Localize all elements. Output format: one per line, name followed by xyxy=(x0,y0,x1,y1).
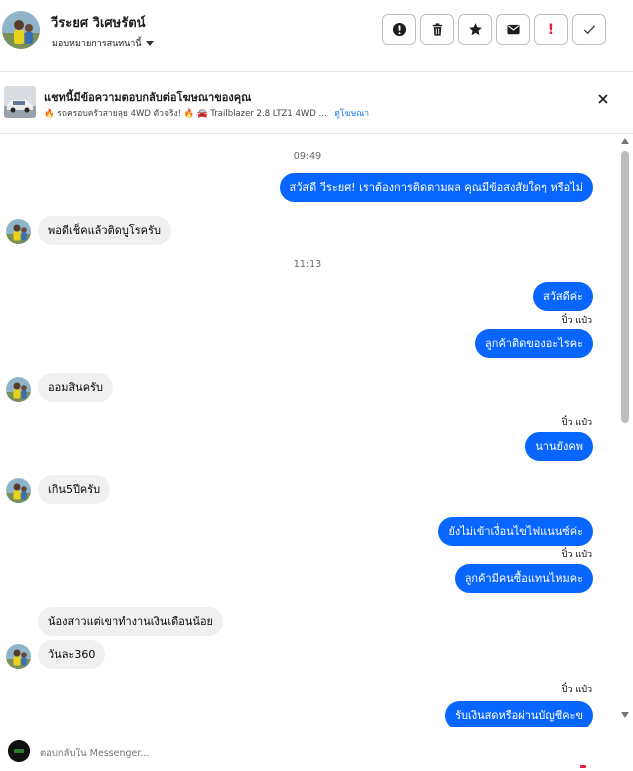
header-actions: ! xyxy=(382,14,606,45)
delete-button[interactable] xyxy=(420,14,454,45)
scroll-up-arrow-icon[interactable] xyxy=(621,138,629,144)
incoming-message[interactable]: ออมสินครับ xyxy=(38,373,113,402)
check-icon xyxy=(583,25,595,35)
reply-composer xyxy=(0,730,620,771)
thread-scrollbar[interactable] xyxy=(619,135,631,727)
mark-unread-button[interactable] xyxy=(496,14,530,45)
outgoing-message[interactable]: สวัสดี วีระยศ! เราต้องการติดตามผล คุณมีข… xyxy=(279,173,593,202)
close-icon[interactable] xyxy=(596,92,610,106)
exclamation-icon: ! xyxy=(547,21,555,38)
timestamp: 09:49 xyxy=(293,151,322,162)
incoming-message[interactable]: พอดีเช็คแล้วติดบูโรครับ xyxy=(38,216,171,245)
outgoing-message[interactable]: ยังไม่เข้าเงื่อนไขไฟแนนซ์ค่ะ xyxy=(438,517,593,546)
outgoing-message[interactable]: ลูกค้าติดของอะไรคะ xyxy=(475,329,593,358)
incoming-message[interactable]: เกิน5ปีครับ xyxy=(38,475,111,504)
contact-avatar-small xyxy=(6,644,31,669)
incoming-message[interactable]: วันละ360 xyxy=(38,640,106,669)
conversation-header: วีระยศ วิเศษรัตน์ มอบหมายการสนทนานี้ ! xyxy=(0,0,633,72)
mail-icon xyxy=(506,24,520,35)
seen-by-label: ปิ๋ว แป๋ว xyxy=(561,316,592,326)
timestamp: 11:13 xyxy=(293,259,322,270)
ad-reply-banner: แชทนี้มีข้อความตอบกลับต่อโฆษณาของคุณ 🔥 ร… xyxy=(0,72,633,134)
ad-caption: 🔥 รถครอบครัวสายลุย 4WD ตัวจริง! 🔥 🚘 Trai… xyxy=(44,109,327,119)
seen-by-label: ปิ๋ว แป๋ว xyxy=(561,685,592,695)
assign-conversation-dropdown[interactable]: มอบหมายการสนทนานี้ xyxy=(52,36,154,50)
outgoing-message[interactable]: นานยังคพ xyxy=(525,432,593,461)
contact-avatar-small xyxy=(6,377,31,402)
outgoing-message[interactable]: รับเงินสดหรือผ่านบัญชีคะข xyxy=(445,701,593,727)
star-icon xyxy=(468,23,482,36)
ad-banner-subtitle: 🔥 รถครอบครัวสายลุย 4WD ตัวจริง! 🔥 🚘 Trai… xyxy=(44,106,369,120)
seen-by-label: ปิ๋ว แป๋ว xyxy=(561,550,592,560)
indicator-mark xyxy=(580,765,586,768)
alert-button[interactable] xyxy=(382,14,416,45)
alert-circle-icon xyxy=(392,22,406,37)
star-button[interactable] xyxy=(458,14,492,45)
reply-input[interactable] xyxy=(40,748,340,759)
contact-avatar-small xyxy=(6,478,31,503)
message-thread[interactable]: 09:49 สวัสดี วีระยศ! เราต้องการติดตามผล … xyxy=(0,135,620,727)
incoming-message[interactable]: น้องสาวแต่เขาทำงานเงินเดือนน้อย xyxy=(38,607,223,636)
contact-avatar-small xyxy=(6,219,31,244)
trash-icon xyxy=(432,23,442,36)
ad-banner-title: แชทนี้มีข้อความตอบกลับต่อโฆษณาของคุณ xyxy=(44,91,252,104)
spam-button[interactable]: ! xyxy=(534,14,568,45)
page-avatar xyxy=(8,740,30,762)
chevron-down-icon xyxy=(145,41,154,46)
contact-avatar[interactable] xyxy=(2,11,40,49)
scroll-down-arrow-icon[interactable] xyxy=(621,712,629,718)
outgoing-message[interactable]: สวัสดีค่ะ xyxy=(532,282,593,311)
scrollbar-thumb[interactable] xyxy=(621,151,629,423)
seen-by-label: ปิ๋ว แป๋ว xyxy=(561,418,592,428)
mark-done-button[interactable] xyxy=(572,14,606,45)
view-ad-link[interactable]: ดูโฆษณา xyxy=(334,109,369,119)
outgoing-message[interactable]: ลูกค้ามีคนซื้อแทนไหมคะ xyxy=(454,564,593,593)
contact-name[interactable]: วีระยศ วิเศษรัตน์ xyxy=(51,12,146,33)
ad-thumbnail[interactable] xyxy=(4,86,36,118)
assign-label: มอบหมายการสนทนานี้ xyxy=(52,39,142,49)
